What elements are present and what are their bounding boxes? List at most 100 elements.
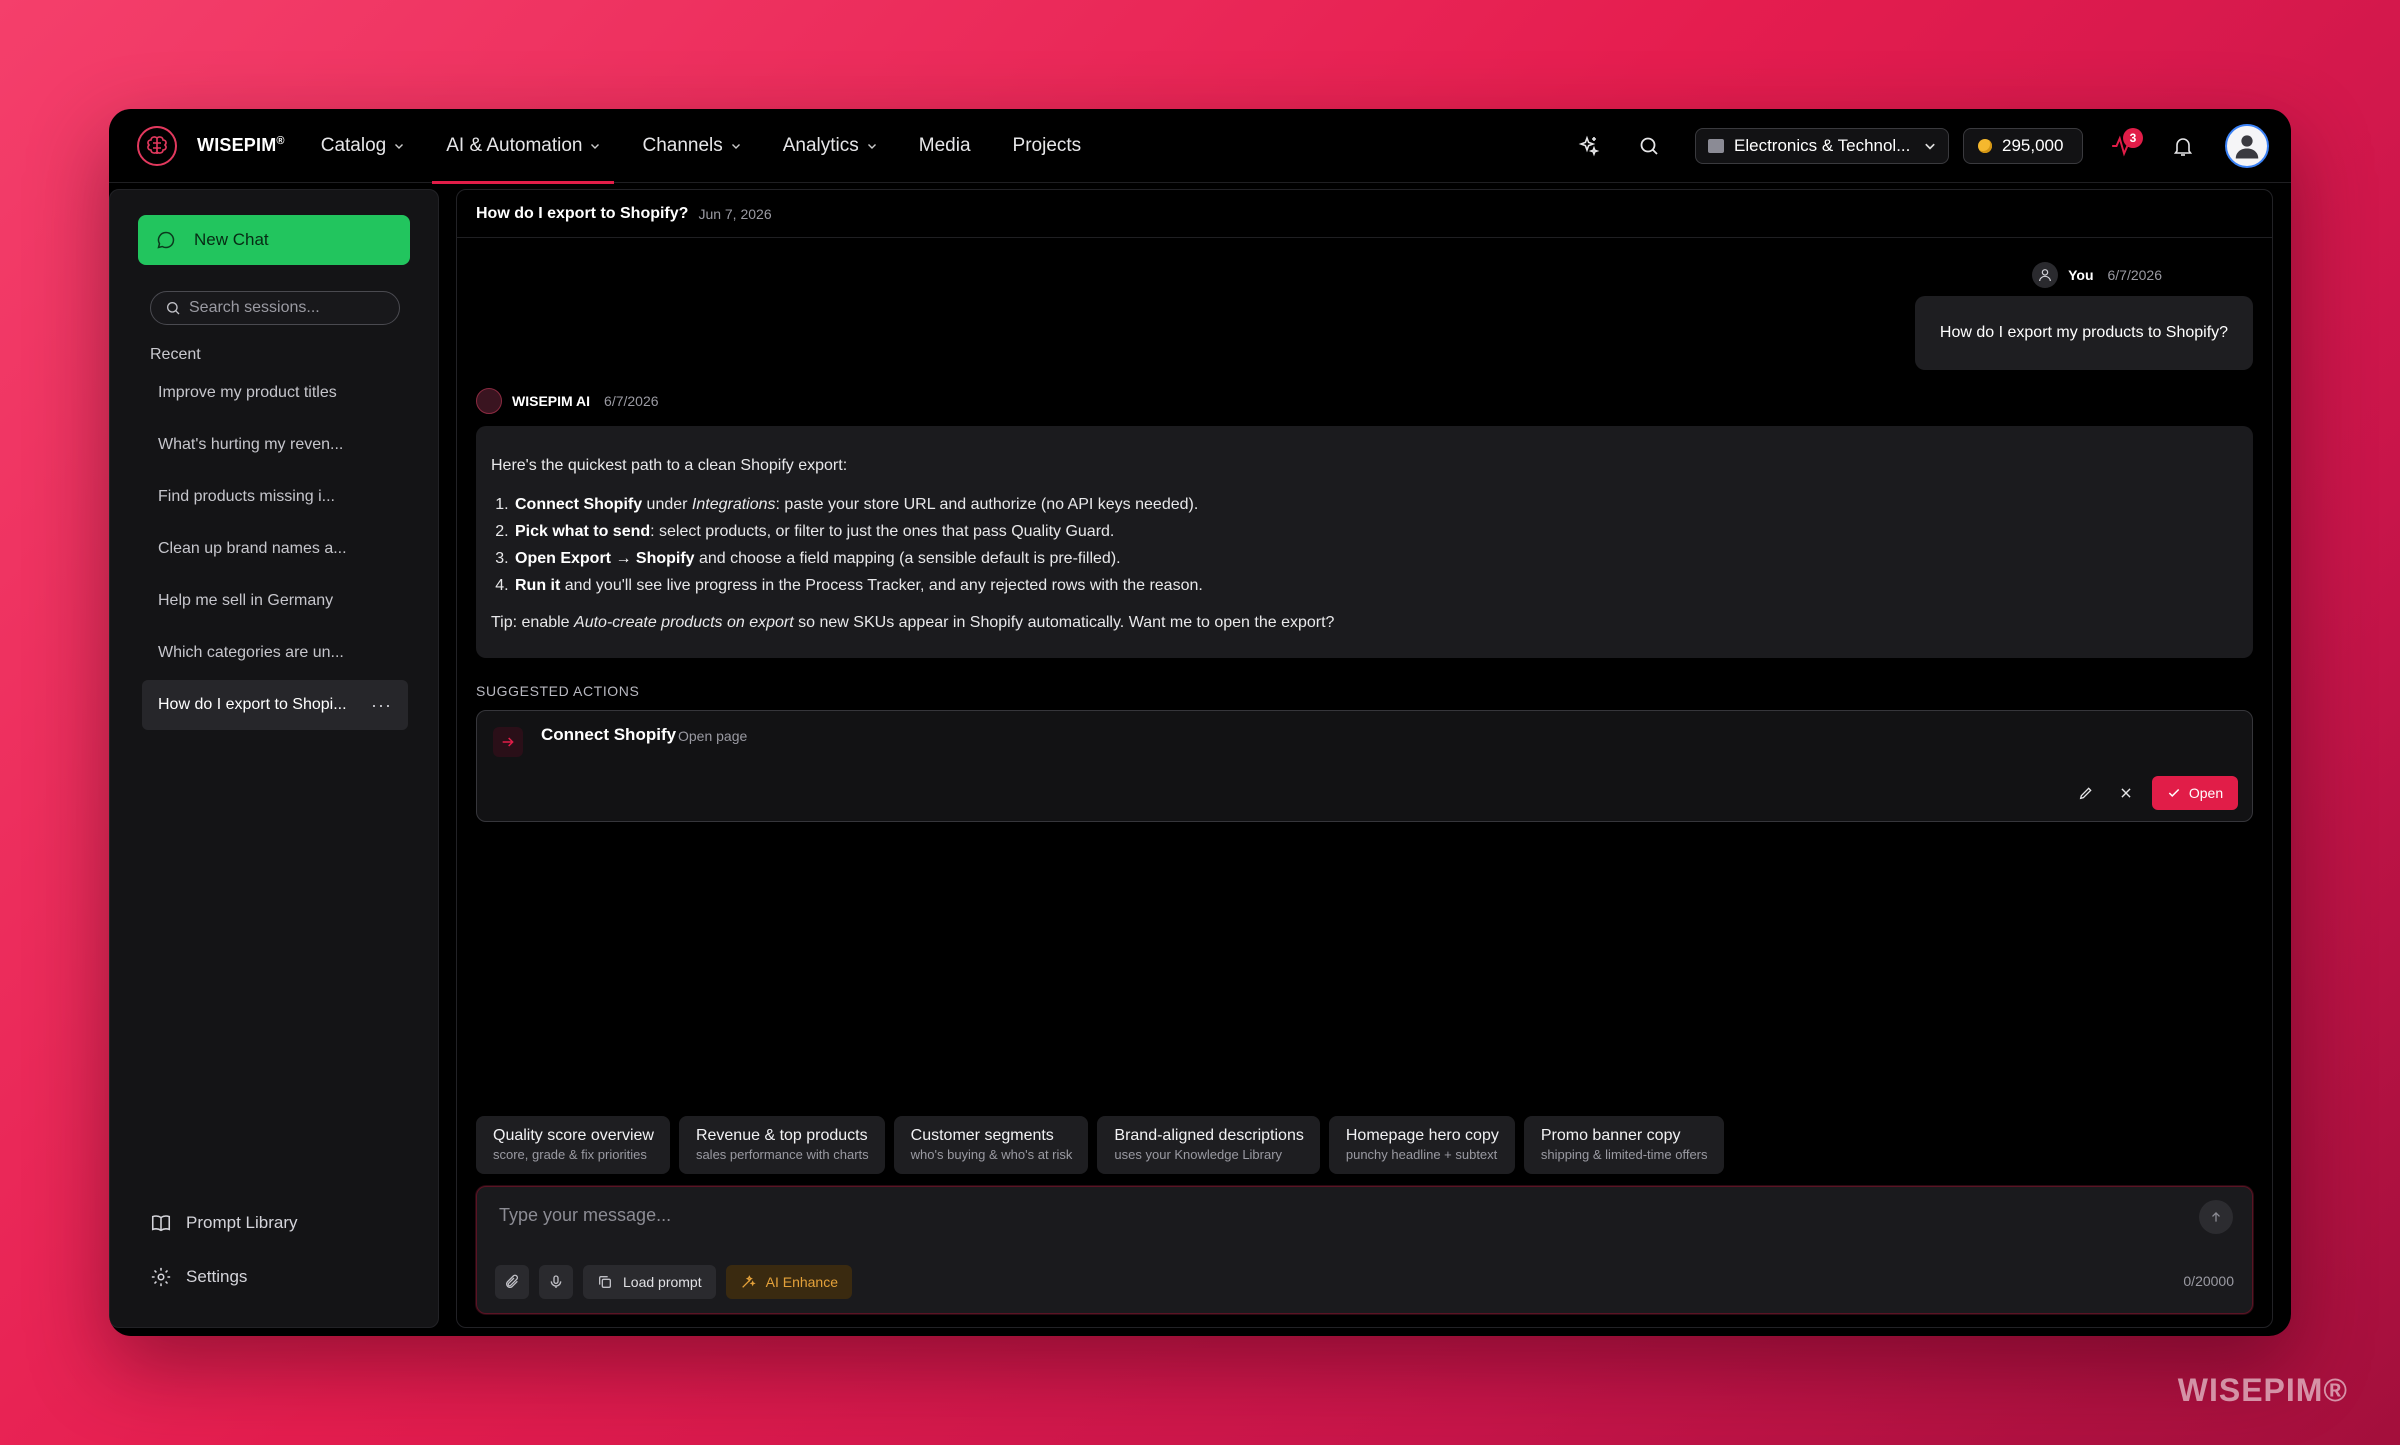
session-item[interactable]: Help me sell in Germany <box>142 576 408 626</box>
suggested-action-controls: Open <box>2072 776 2238 810</box>
bell-icon[interactable] <box>2163 126 2203 166</box>
new-chat-label: New Chat <box>194 230 269 249</box>
close-icon[interactable] <box>2112 779 2140 807</box>
activity-button[interactable]: 3 <box>2103 126 2143 166</box>
sparkles-icon[interactable] <box>1569 126 1609 166</box>
credits-balance[interactable]: 295,000 <box>1963 127 2083 164</box>
chevron-down-icon <box>591 143 600 149</box>
arrow-right-icon <box>493 727 523 757</box>
magic-wand-icon <box>741 1275 756 1288</box>
ai-message-meta: WISEPIM AI 6/7/2026 <box>476 388 659 414</box>
ai-steps: Connect Shopify under Integrations: past… <box>513 491 2238 599</box>
chat-sidebar: New Chat Search sessions... Recent Impro… <box>109 189 439 1328</box>
store-name: Electronics & Technol... <box>1734 135 1911 155</box>
quick-prompt-chip[interactable]: Promo banner copy shipping & limited-time… <box>1523 1116 1724 1174</box>
store-selector[interactable]: Electronics & Technol... <box>1695 127 1949 164</box>
chevron-down-icon <box>867 143 876 149</box>
character-counter: 0/20000 <box>2183 1273 2234 1289</box>
session-item[interactable]: Which categories are un... <box>142 628 408 678</box>
session-item[interactable]: Find products missing i... <box>142 472 408 522</box>
send-button[interactable] <box>2199 1200 2233 1234</box>
ai-step: Open Export → Shopify and choose a field… <box>513 545 2238 572</box>
suggested-action-subtitle: Open page <box>678 728 748 744</box>
load-prompt-button[interactable]: Load prompt <box>583 1265 716 1299</box>
nav-label: AI & Automation <box>446 134 583 156</box>
settings-label: Settings <box>186 1267 248 1286</box>
store-icon <box>1708 138 1724 153</box>
search-icon[interactable] <box>1629 126 1669 166</box>
search-placeholder: Search sessions... <box>189 299 320 316</box>
settings-link[interactable]: Settings <box>150 1263 410 1291</box>
nav-label: Catalog <box>320 134 387 156</box>
session-label: Which categories are un... <box>158 644 344 661</box>
quick-prompt-chip[interactable]: Revenue & top products sales performance … <box>678 1116 885 1174</box>
session-item[interactable]: Clean up brand names a... <box>142 524 408 574</box>
edit-icon[interactable] <box>2072 779 2100 807</box>
chevron-down-icon <box>1925 143 1935 150</box>
brand-name: WISEPIM <box>197 135 277 155</box>
suggested-action-title: Connect Shopify <box>541 725 677 744</box>
ai-step: Connect Shopify under Integrations: past… <box>513 491 2238 518</box>
session-search-input[interactable]: Search sessions... <box>150 291 400 325</box>
session-item-active[interactable]: How do I export to Shopi... ··· <box>142 680 408 730</box>
ai-name: WISEPIM AI <box>512 393 591 409</box>
quick-prompt-chip[interactable]: Homepage hero copy punchy headline + subt… <box>1328 1116 1515 1174</box>
nav-label: Projects <box>1012 134 1082 156</box>
prompt-library-link[interactable]: Prompt Library <box>150 1209 410 1237</box>
open-button[interactable]: Open <box>2152 776 2238 810</box>
user-message: How do I export my products to Shopify? <box>1915 296 2253 370</box>
ai-message-date: 6/7/2026 <box>604 393 659 409</box>
user-avatar[interactable] <box>2225 123 2269 168</box>
conversation-date: Jun 7, 2026 <box>698 205 772 222</box>
nav-label: Media <box>918 134 971 156</box>
logo[interactable]: WISEPIM® <box>137 125 285 166</box>
recent-heading: Recent <box>150 346 201 363</box>
session-label: Find products missing i... <box>158 488 335 505</box>
nav-label: Analytics <box>782 134 859 156</box>
quick-prompt-chip[interactable]: Quality score overview score, grade & fix… <box>476 1116 670 1174</box>
session-label: Improve my product titles <box>158 384 337 401</box>
quick-prompts: Quality score overview score, grade & fix… <box>476 1116 1733 1174</box>
nav-channels[interactable]: Channels <box>628 109 754 183</box>
conversation-header: How do I export to Shopify? Jun 7, 2026 <box>457 190 2272 238</box>
ai-enhance-button[interactable]: AI Enhance <box>725 1265 852 1299</box>
nav-catalog[interactable]: Catalog <box>307 109 419 183</box>
microphone-icon[interactable] <box>539 1265 573 1299</box>
arrow-up-icon <box>2212 1212 2220 1222</box>
new-chat-button[interactable]: New Chat <box>138 215 410 265</box>
message-composer[interactable]: Type your message... Load prompt AI Enha… <box>476 1186 2253 1314</box>
nav-analytics[interactable]: Analytics <box>769 109 891 183</box>
session-item[interactable]: Improve my product titles <box>142 368 408 418</box>
composer-tools: Load prompt AI Enhance <box>495 1265 862 1299</box>
layers-icon <box>599 1276 611 1288</box>
session-label: Clean up brand names a... <box>158 540 347 557</box>
attach-icon[interactable] <box>495 1265 529 1299</box>
quick-prompt-chip[interactable]: Brand-aligned descriptions uses your Know… <box>1097 1116 1320 1174</box>
gear-icon <box>151 1267 171 1287</box>
more-options-icon[interactable]: ··· <box>371 695 392 716</box>
ai-message: Here's the quickest path to a clean Shop… <box>476 426 2253 658</box>
session-label: Help me sell in Germany <box>158 592 334 609</box>
sidebar-footer: Prompt Library <box>150 1209 410 1237</box>
top-navigation: WISEPIM® Catalog AI & Automation Channel… <box>109 109 2291 184</box>
user-message-date: 6/7/2026 <box>2107 267 2163 283</box>
user-icon <box>2032 262 2059 288</box>
quick-prompt-chip[interactable]: Customer segments who's buying & who's at… <box>893 1116 1089 1174</box>
suggested-actions-heading: SUGGESTED ACTIONS <box>476 683 640 699</box>
message-input[interactable]: Type your message... <box>499 1205 671 1226</box>
open-label: Open <box>2188 785 2224 801</box>
brand-reg-mark: ® <box>276 135 285 147</box>
session-item[interactable]: What's hurting my reven... <box>142 420 408 470</box>
ai-intro: Here's the quickest path to a clean Shop… <box>491 457 848 474</box>
nav-projects[interactable]: Projects <box>999 109 1096 183</box>
load-prompt-label: Load prompt <box>623 1274 702 1290</box>
session-label: How do I export to Shopi... <box>158 696 347 713</box>
session-label: What's hurting my reven... <box>158 436 344 453</box>
coin-icon <box>1978 138 1992 153</box>
chevron-down-icon <box>395 143 404 149</box>
sidebar-footer-settings: Settings <box>150 1263 410 1291</box>
nav-media[interactable]: Media <box>905 109 985 183</box>
ai-tip: Tip: enable Auto-create products on expo… <box>491 614 1335 631</box>
nav-ai-automation[interactable]: AI & Automation <box>432 109 615 184</box>
conversation-title: How do I export to Shopify? <box>476 204 689 222</box>
